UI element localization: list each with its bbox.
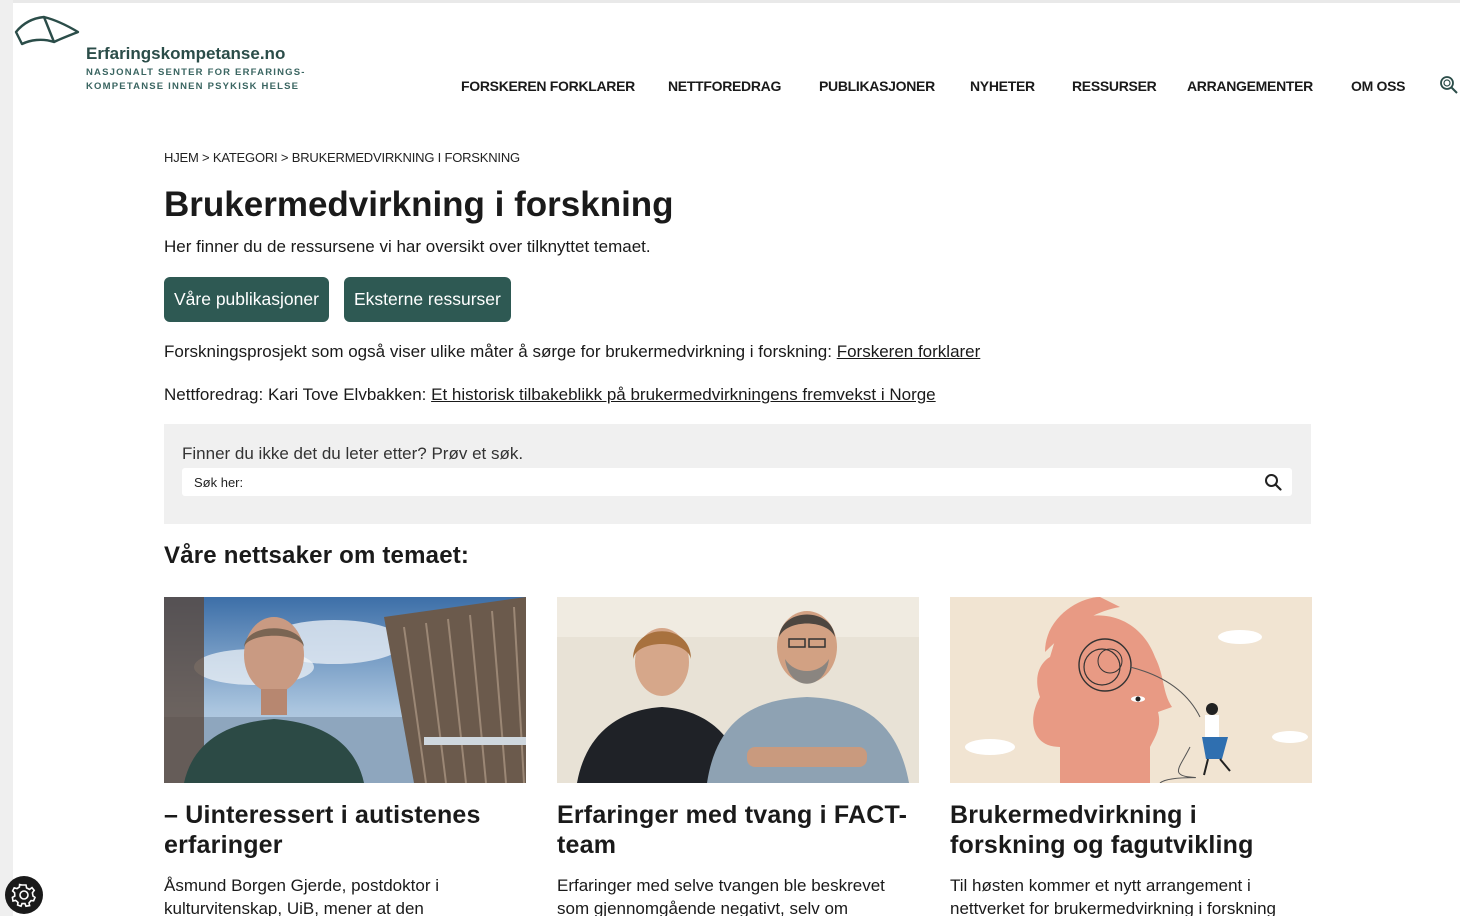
nav-item-forskeren-forklarer[interactable]: FORSKEREN FORKLARER <box>461 78 635 94</box>
page-title: Brukermedvirkning i forskning <box>164 185 674 224</box>
illustration-image <box>950 597 1312 783</box>
site-subtitle: NASJONALT SENTER FOR ERFARINGS- KOMPETAN… <box>86 66 306 94</box>
nav-search-icon[interactable] <box>1438 74 1460 96</box>
article-title[interactable]: Erfaringer med tvang i FACT-team <box>557 800 919 860</box>
nav-item-nettforedrag[interactable]: NETTFOREDRAG <box>668 78 781 94</box>
article-card[interactable]: Erfaringer med tvang i FACT-team Erfarin… <box>557 597 919 916</box>
breadcrumb: HJEM > KATEGORI > BRUKERMEDVIRKNING I FO… <box>164 150 520 165</box>
article-image[interactable] <box>950 597 1312 783</box>
two-people-photo <box>557 597 919 783</box>
forskeren-forklarer-link[interactable]: Forskeren forklarer <box>837 342 981 361</box>
project-paragraph: Forskningsprosjekt som også viser ulike … <box>164 342 980 362</box>
breadcrumb-current: BRUKERMEDVIRKNING I FORSKNING <box>291 150 520 165</box>
site-subtitle-line2: KOMPETANSE INNEN PSYKISK HELSE <box>86 81 300 92</box>
external-resources-button[interactable]: Eksterne ressurser <box>344 277 511 322</box>
search-prompt: Finner du ikke det du leter etter? Prøv … <box>182 444 524 463</box>
nav-item-ressurser[interactable]: RESSURSER <box>1072 78 1157 94</box>
article-image[interactable] <box>164 597 526 783</box>
breadcrumb-separator: > <box>202 150 210 165</box>
nav-item-publikasjoner[interactable]: PUBLIKASJONER <box>819 78 935 94</box>
article-card[interactable]: – Uinteressert i autistenes erfaringer Å… <box>164 597 526 916</box>
left-rail <box>0 0 13 916</box>
site-title[interactable]: Erfaringskompetanse.no <box>86 44 285 64</box>
publications-button[interactable]: Våre publikasjoner <box>164 277 329 322</box>
cookie-settings-button[interactable] <box>5 876 43 914</box>
site-subtitle-line1: NASJONALT SENTER FOR ERFARINGS- <box>86 67 306 78</box>
article-excerpt: Til høsten kommer et nytt arrangement i … <box>950 876 1276 916</box>
breadcrumb-category[interactable]: KATEGORI <box>213 150 278 165</box>
nav-item-arrangementer[interactable]: ARRANGEMENTER <box>1187 78 1313 94</box>
lecture-paragraph: Nettforedrag: Kari Tove Elvbakken: Et hi… <box>164 385 936 405</box>
articles-heading: Våre nettsaker om temaet: <box>164 542 470 569</box>
nav-item-nyheter[interactable]: NYHETER <box>970 78 1035 94</box>
article-title[interactable]: Brukermedvirkning i forskning og fagutvi… <box>950 800 1312 860</box>
book-logo-icon[interactable] <box>14 14 80 48</box>
lecture-link[interactable]: Et historisk tilbakeblikk på brukermedvi… <box>431 385 936 404</box>
page-intro: Her finner du de ressursene vi har overs… <box>164 237 651 256</box>
search-input[interactable] <box>182 468 1262 496</box>
article-title[interactable]: – Uinteressert i autistenes erfaringer <box>164 800 526 860</box>
breadcrumb-separator: > <box>280 150 289 165</box>
search-icon[interactable] <box>1264 473 1282 491</box>
breadcrumb-home[interactable]: HJEM <box>164 150 199 165</box>
article-image[interactable] <box>557 597 919 783</box>
search-field[interactable] <box>182 468 1292 496</box>
portrait-photo <box>164 597 526 783</box>
article-excerpt: Åsmund Borgen Gjerde, postdoktor i kultu… <box>164 876 439 916</box>
lecture-text: Nettforedrag: Kari Tove Elvbakken: <box>164 385 432 404</box>
project-text: Forskningsprosjekt som også viser ulike … <box>164 342 837 361</box>
article-excerpt: Erfaringer med selve tvangen ble beskrev… <box>557 876 885 916</box>
gear-icon <box>11 883 36 908</box>
top-border <box>0 0 1460 3</box>
search-panel: Finner du ikke det du leter etter? Prøv … <box>164 424 1311 524</box>
article-card[interactable]: Brukermedvirkning i forskning og fagutvi… <box>950 597 1312 916</box>
nav-item-om-oss[interactable]: OM OSS <box>1351 78 1406 94</box>
